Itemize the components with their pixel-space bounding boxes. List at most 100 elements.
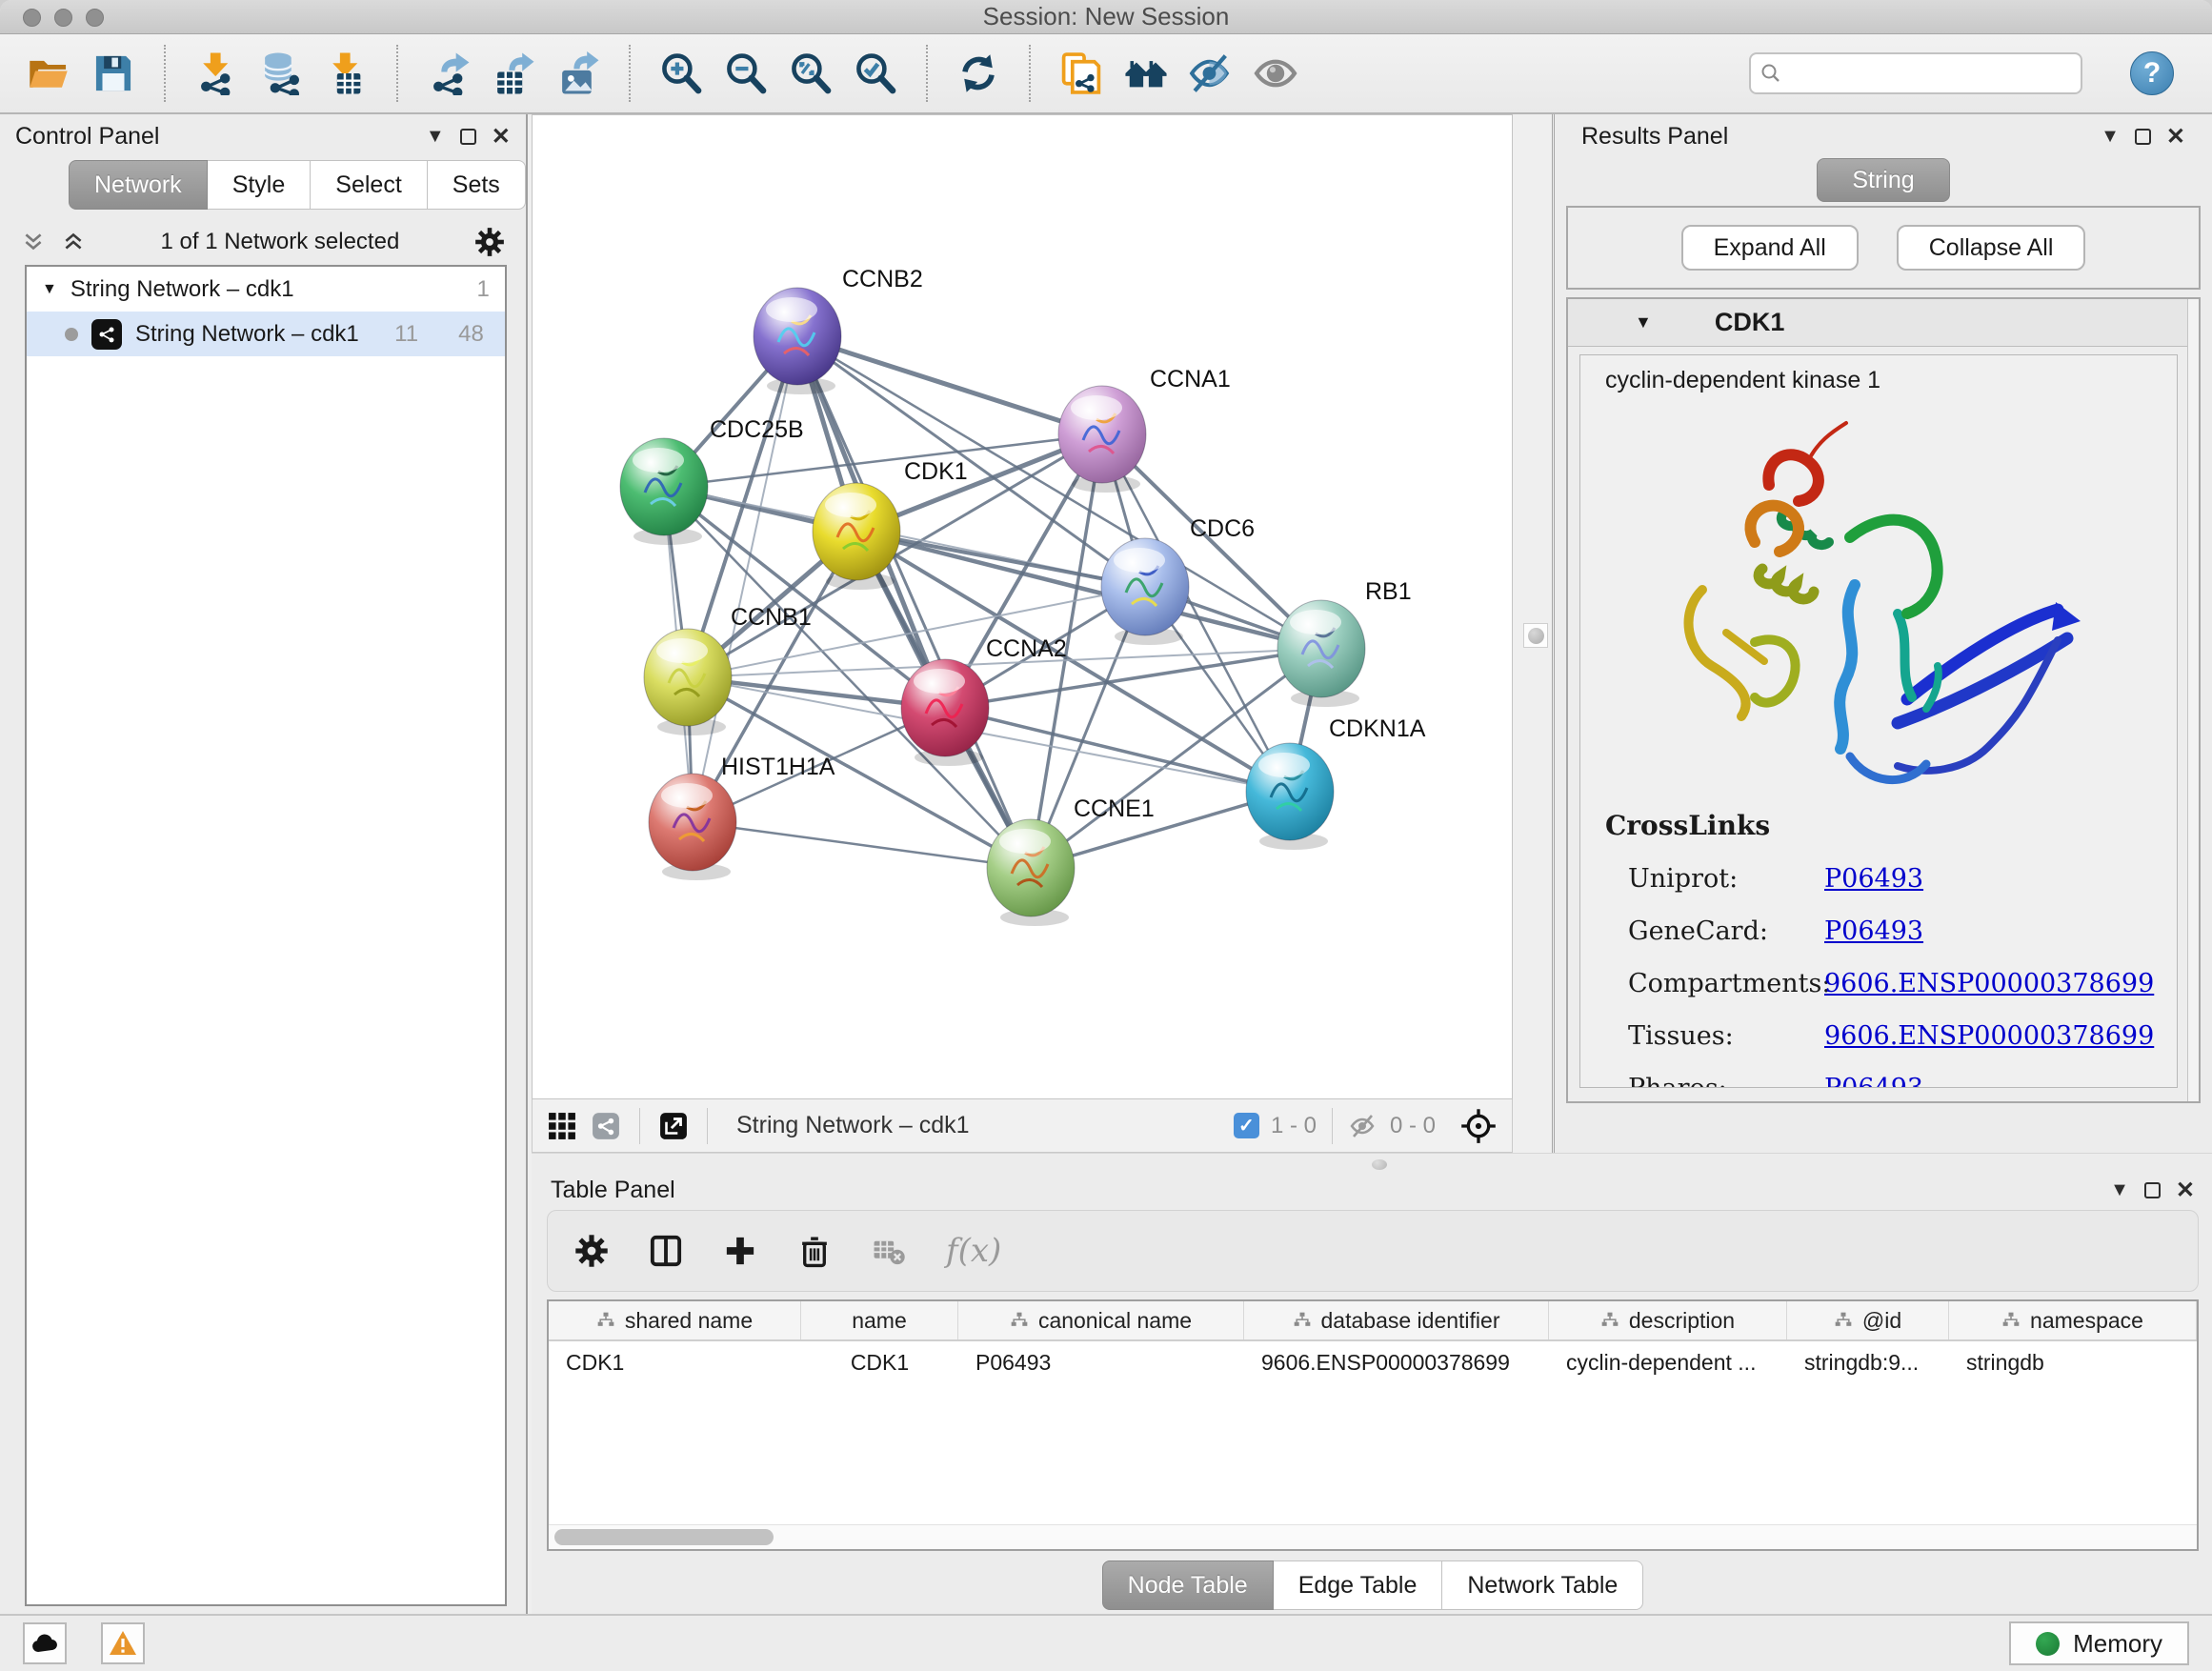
table-cell[interactable]: cyclin-dependent ... xyxy=(1549,1341,1787,1383)
crosslink-link[interactable]: P06493 xyxy=(1824,1074,1923,1088)
tab-node-table[interactable]: Node Table xyxy=(1102,1560,1274,1610)
expand-all-button[interactable]: Expand All xyxy=(1681,225,1859,271)
gene-collapse-icon[interactable]: ▼ xyxy=(1635,312,1652,332)
control-panel-close-icon[interactable]: ✕ xyxy=(492,123,511,151)
network-edge-CCNB2-CCNA1[interactable] xyxy=(797,336,1102,434)
table-panel-close-icon[interactable]: ✕ xyxy=(2176,1177,2195,1204)
crosslink-link[interactable]: 9606.ENSP00000378699 xyxy=(1824,1021,2154,1051)
column-header-namespace[interactable]: namespace xyxy=(1949,1301,2197,1339)
import-network-button[interactable] xyxy=(192,48,240,99)
results-panel-close-icon[interactable]: ✕ xyxy=(2166,123,2185,151)
table-cell[interactable]: stringdb xyxy=(1949,1341,2197,1383)
zoom-fit-button[interactable] xyxy=(787,48,835,99)
minimize-window-button[interactable] xyxy=(54,9,72,27)
results-panel-float-icon[interactable] xyxy=(2135,129,2151,145)
network-node-CCNB1[interactable]: CCNB1 xyxy=(644,604,812,735)
help-button[interactable]: ? xyxy=(2130,51,2174,95)
scrollbar-thumb[interactable] xyxy=(554,1529,774,1545)
zoom-out-button[interactable] xyxy=(722,48,770,99)
column-header-id[interactable]: @id xyxy=(1787,1301,1949,1339)
network-canvas[interactable]: CCNB2CCNA1CDC25BCDK1CDC6RB1CCNB1CCNA2CDK… xyxy=(532,114,1513,1099)
crosslink-link[interactable]: P06493 xyxy=(1824,864,1923,894)
table-horizontal-scrollbar[interactable] xyxy=(549,1524,2197,1549)
gene-section-header[interactable]: ▼ CDK1 xyxy=(1568,299,2199,347)
column-header-description[interactable]: description xyxy=(1549,1301,1787,1339)
network-tree-root-row[interactable]: ▼ String Network – cdk1 1 xyxy=(27,267,505,312)
crosslink-link[interactable]: P06493 xyxy=(1824,916,1923,946)
table-row[interactable]: CDK1CDK1P064939606.ENSP00000378699cyclin… xyxy=(549,1341,2197,1383)
control-panel-menu-icon[interactable]: ▼ xyxy=(426,126,445,148)
close-window-button[interactable] xyxy=(23,9,41,27)
tab-string[interactable]: String xyxy=(1817,158,1949,202)
tab-edge-table[interactable]: Edge Table xyxy=(1274,1560,1443,1610)
hide-selected-button[interactable] xyxy=(1187,48,1235,99)
network-badge-icon[interactable] xyxy=(592,1112,620,1140)
collapse-all-button[interactable]: Collapse All xyxy=(1897,225,2086,271)
tab-select[interactable]: Select xyxy=(311,160,427,210)
import-database-button[interactable] xyxy=(257,48,305,99)
export-network-button[interactable] xyxy=(425,48,473,99)
tab-network-table[interactable]: Network Table xyxy=(1442,1560,1643,1610)
tab-style[interactable]: Style xyxy=(208,160,312,210)
table-cell[interactable]: P06493 xyxy=(958,1341,1244,1383)
network-edge-HIST1H1A-CCNE1[interactable] xyxy=(693,822,1031,868)
open-in-window-icon[interactable] xyxy=(659,1112,688,1140)
export-image-button[interactable] xyxy=(554,48,602,99)
warning-button[interactable] xyxy=(101,1622,145,1664)
network-tree-child-row[interactable]: String Network – cdk1 11 48 xyxy=(27,312,505,356)
hidden-eye-icon[interactable] xyxy=(1348,1113,1378,1139)
control-panel-float-icon[interactable] xyxy=(460,129,476,145)
network-edge-CCNB2-CCNE1[interactable] xyxy=(797,336,1031,868)
column-header-database-identifier[interactable]: database identifier xyxy=(1244,1301,1549,1339)
crosshair-icon[interactable] xyxy=(1460,1108,1497,1144)
export-table-button[interactable] xyxy=(490,48,537,99)
results-scrollbar[interactable] xyxy=(2187,299,2199,1101)
zoom-in-icon xyxy=(659,51,703,95)
table-panel-menu-icon[interactable]: ▼ xyxy=(2110,1179,2129,1201)
maximize-window-button[interactable] xyxy=(86,9,104,27)
show-columns-icon[interactable] xyxy=(649,1234,683,1268)
add-column-icon[interactable] xyxy=(723,1234,757,1268)
table-panel-splitter[interactable] xyxy=(532,1153,2212,1172)
show-all-button[interactable] xyxy=(1252,48,1299,99)
gear-icon[interactable] xyxy=(474,227,505,257)
right-splitter-handle[interactable] xyxy=(1523,623,1548,648)
table-cell[interactable]: 9606.ENSP00000378699 xyxy=(1244,1341,1549,1383)
tree-collapse-icon[interactable]: ▼ xyxy=(42,281,57,298)
network-node-HIST1H1A[interactable]: HIST1H1A xyxy=(649,754,835,880)
gear-icon[interactable] xyxy=(574,1234,609,1268)
search-input[interactable] xyxy=(1789,60,2071,87)
table-cell[interactable]: CDK1 xyxy=(801,1341,958,1383)
tab-sets[interactable]: Sets xyxy=(428,160,526,210)
grid-view-icon[interactable] xyxy=(548,1112,576,1140)
column-header-name[interactable]: name xyxy=(801,1301,958,1339)
table-cell[interactable]: CDK1 xyxy=(549,1341,801,1383)
table-cell[interactable]: stringdb:9... xyxy=(1787,1341,1949,1383)
table-panel-float-icon[interactable] xyxy=(2144,1182,2161,1198)
refresh-button[interactable] xyxy=(955,48,1002,99)
zoom-in-button[interactable] xyxy=(657,48,705,99)
right-splitter[interactable] xyxy=(1513,114,1555,1153)
network-node-CCNB2[interactable]: CCNB2 xyxy=(754,266,923,394)
crosslink-link[interactable]: 9606.ENSP00000378699 xyxy=(1824,969,2154,998)
network-node-CDKN1A[interactable]: CDKN1A xyxy=(1246,715,1426,850)
selected-indicator-checkbox[interactable]: ✓ xyxy=(1234,1113,1259,1138)
column-header-shared-name[interactable]: shared name xyxy=(549,1301,801,1339)
network-node-RB1[interactable]: RB1 xyxy=(1277,578,1412,707)
zoom-selected-button[interactable] xyxy=(852,48,899,99)
expand-all-icon[interactable] xyxy=(61,230,86,254)
open-file-button[interactable] xyxy=(25,48,72,99)
save-session-button[interactable] xyxy=(90,48,137,99)
column-header-canonical-name[interactable]: canonical name xyxy=(958,1301,1244,1339)
collapse-all-icon[interactable] xyxy=(21,230,46,254)
import-table-button[interactable] xyxy=(322,48,370,99)
copy-style-button[interactable] xyxy=(1057,48,1105,99)
network-node-CCNE1[interactable]: CCNE1 xyxy=(987,795,1155,926)
memory-button[interactable]: Memory xyxy=(2009,1621,2189,1665)
delete-column-icon[interactable] xyxy=(797,1234,832,1268)
cloud-button[interactable] xyxy=(23,1622,67,1664)
results-panel-menu-icon[interactable]: ▼ xyxy=(2101,126,2120,148)
tab-network[interactable]: Network xyxy=(69,160,208,210)
first-neighbors-button[interactable] xyxy=(1122,48,1170,99)
current-network-name: String Network – cdk1 xyxy=(736,1112,970,1139)
